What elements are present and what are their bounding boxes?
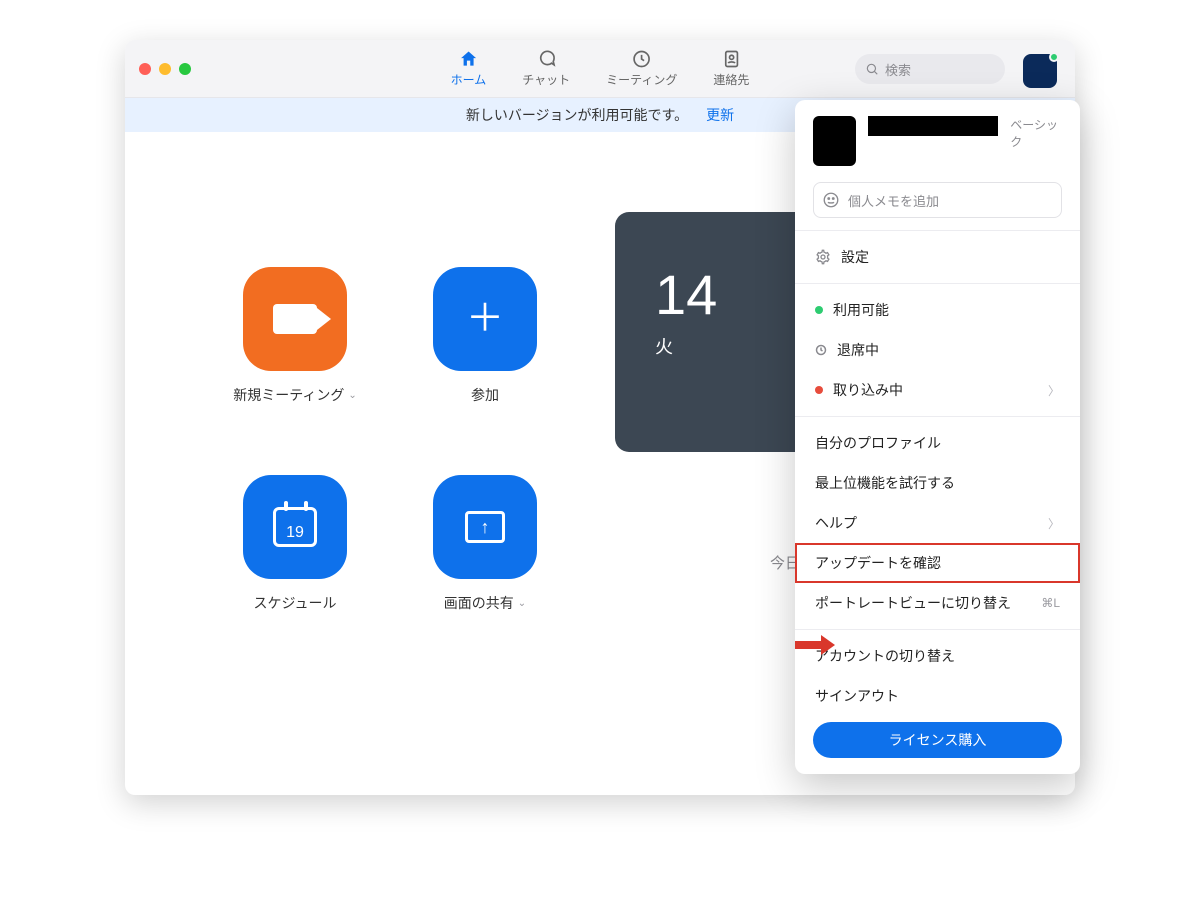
chevron-down-icon: ⌄ [518, 598, 526, 609]
tab-label: ミーティング [606, 71, 677, 88]
tile-label: 新規ミーティング [233, 385, 344, 405]
status-indicator-icon [1049, 52, 1059, 62]
personal-note-input[interactable]: 個人メモを追加 [813, 182, 1062, 218]
clock-icon [632, 49, 652, 69]
titlebar: ホーム チャット ミーティング 連絡先 検索 [125, 40, 1075, 98]
tab-label: チャット [522, 71, 570, 88]
menu-item-label: ヘルプ [815, 513, 857, 533]
menu-item-label: 設定 [841, 247, 869, 267]
smiley-icon [822, 191, 840, 209]
contacts-icon [721, 49, 741, 69]
menu-item-profile[interactable]: 自分のプロファイル [795, 423, 1080, 463]
calendar-icon: 19 [243, 475, 347, 579]
main-tabs: ホーム チャット ミーティング 連絡先 [451, 49, 750, 88]
close-window-button[interactable] [139, 63, 151, 75]
plus-icon: ＋ [433, 267, 537, 371]
menu-item-label: サインアウト [815, 686, 899, 706]
video-icon [243, 267, 347, 371]
tab-chat[interactable]: チャット [522, 49, 570, 88]
action-tiles: 新規ミーティング ⌄ ＋ 参加 19 スケジュール ↑ 画面の共有 ⌄ [210, 267, 570, 613]
tile-label: 参加 [471, 385, 499, 405]
menu-item-help[interactable]: ヘルプ 〉 [795, 503, 1080, 543]
chat-icon [536, 49, 556, 69]
tab-home[interactable]: ホーム [451, 49, 487, 88]
license-button-label: ライセンス購入 [889, 730, 987, 750]
schedule-tile[interactable]: 19 スケジュール [210, 475, 380, 613]
tab-label: ホーム [451, 71, 487, 88]
menu-item-label: 取り込み中 [833, 380, 903, 400]
menu-item-status-available[interactable]: 利用可能 [795, 290, 1080, 330]
tab-contacts[interactable]: 連絡先 [713, 49, 749, 88]
account-plan: ベーシック [1010, 116, 1062, 150]
profile-avatar-button[interactable] [1023, 54, 1057, 88]
chevron-right-icon: 〉 [1048, 515, 1060, 532]
search-input[interactable]: 検索 [855, 54, 1005, 84]
menu-item-portrait-view[interactable]: ポートレートビューに切り替え ⌘L [795, 583, 1080, 623]
menu-item-label: 退席中 [837, 340, 879, 360]
tab-label: 連絡先 [713, 71, 749, 88]
banner-text: 新しいバージョンが利用可能です。 [466, 105, 688, 125]
status-dnd-icon [815, 386, 823, 394]
profile-menu: ベーシック 個人メモを追加 設定 利用可能 退席中 取り込み [795, 100, 1080, 774]
tile-label: 画面の共有 [444, 593, 514, 613]
home-icon [458, 49, 478, 69]
traffic-lights [139, 63, 191, 75]
menu-item-check-update[interactable]: アップデートを確認 [795, 543, 1080, 583]
chevron-down-icon: ⌄ [348, 390, 356, 401]
search-icon [865, 62, 879, 76]
menu-item-try-top-features[interactable]: 最上位機能を試行する [795, 463, 1080, 503]
avatar [813, 116, 856, 166]
menu-header: ベーシック [795, 116, 1080, 178]
share-screen-tile[interactable]: ↑ 画面の共有 ⌄ [400, 475, 570, 613]
status-available-icon [815, 306, 823, 314]
divider [795, 629, 1080, 630]
banner-update-link[interactable]: 更新 [706, 105, 734, 125]
menu-item-label: アカウントの切り替え [815, 646, 955, 666]
menu-item-sign-out[interactable]: サインアウト [795, 676, 1080, 716]
menu-item-status-away[interactable]: 退席中 [795, 330, 1080, 370]
tile-label: スケジュール [253, 593, 336, 613]
menu-item-status-dnd[interactable]: 取り込み中 〉 [795, 370, 1080, 410]
user-name-redacted [868, 116, 998, 136]
keyboard-shortcut: ⌘L [1041, 596, 1060, 610]
buy-license-button[interactable]: ライセンス購入 [813, 722, 1062, 758]
divider [795, 230, 1080, 231]
maximize-window-button[interactable] [179, 63, 191, 75]
tab-meetings[interactable]: ミーティング [606, 49, 677, 88]
search-placeholder: 検索 [885, 60, 911, 79]
divider [795, 283, 1080, 284]
chevron-right-icon: 〉 [1048, 382, 1060, 399]
menu-item-label: 利用可能 [833, 300, 889, 320]
memo-placeholder: 個人メモを追加 [848, 191, 939, 210]
status-away-icon [815, 344, 827, 356]
gear-icon [815, 249, 831, 265]
app-window: ホーム チャット ミーティング 連絡先 検索 新しいバージョンが利用可能です。 [125, 40, 1075, 795]
menu-item-label: アップデートを確認 [815, 553, 941, 573]
divider [795, 416, 1080, 417]
menu-item-label: 自分のプロファイル [815, 433, 941, 453]
share-screen-icon: ↑ [433, 475, 537, 579]
menu-item-settings[interactable]: 設定 [795, 237, 1080, 277]
new-meeting-tile[interactable]: 新規ミーティング ⌄ [210, 267, 380, 405]
menu-item-label: 最上位機能を試行する [815, 473, 955, 493]
menu-item-label: ポートレートビューに切り替え [815, 593, 1011, 613]
menu-item-switch-account[interactable]: アカウントの切り替え [795, 636, 1080, 676]
join-tile[interactable]: ＋ 参加 [400, 267, 570, 405]
minimize-window-button[interactable] [159, 63, 171, 75]
